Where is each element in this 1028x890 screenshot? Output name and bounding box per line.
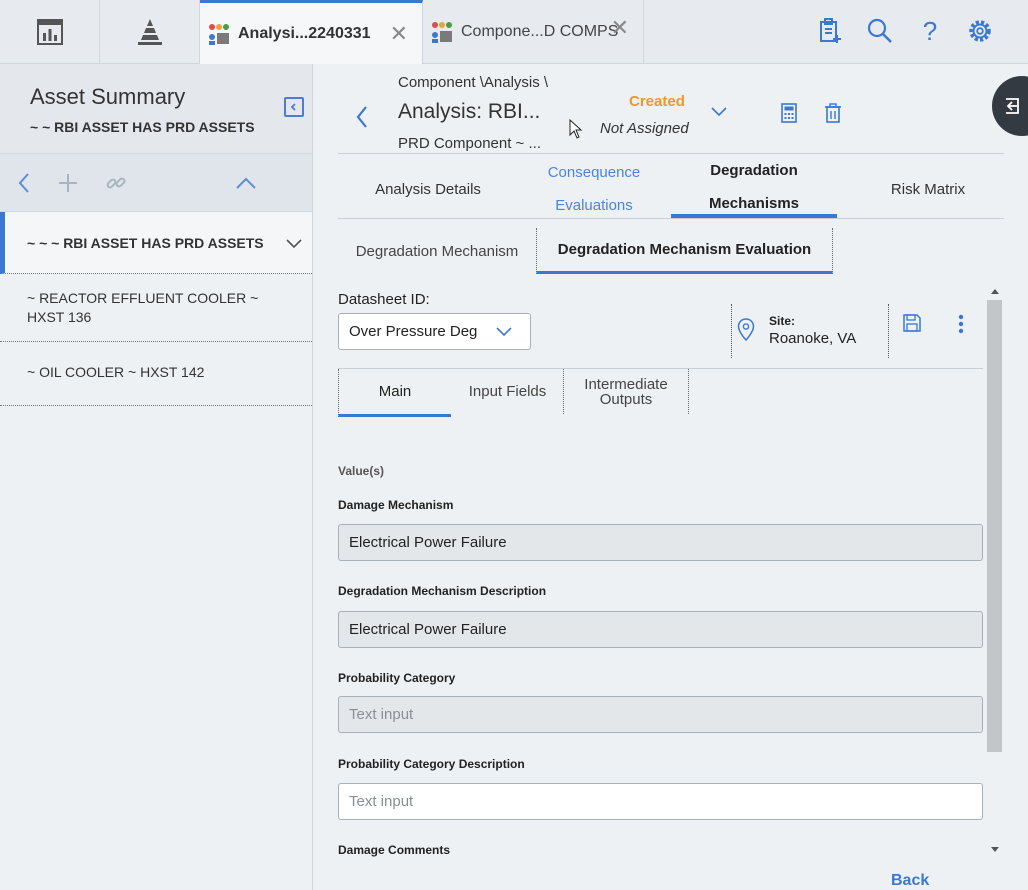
- page-title: Analysis: RBI...: [398, 100, 541, 123]
- probability-category-label: Probability Category: [338, 671, 456, 685]
- probability-description-label: Probability Category Description: [338, 757, 525, 771]
- asset-list-item-label: ~ REACTOR EFFLUENT COOLER ~ HXST 136: [27, 290, 259, 325]
- form-tab-main[interactable]: Main: [338, 369, 451, 417]
- header-divider: [338, 153, 1004, 154]
- page-subtitle: PRD Component ~ ...: [398, 135, 541, 152]
- search-icon[interactable]: [865, 16, 895, 46]
- form-tab-label-line1: Intermediate: [584, 375, 668, 393]
- probability-category-placeholder: Text input: [349, 706, 414, 723]
- asset-list-item-label: ~ OIL COOLER ~ HXST 142: [27, 364, 205, 380]
- clipboard-add-icon[interactable]: [815, 16, 845, 46]
- subtab-label: Degradation Mechanism: [355, 242, 519, 260]
- tab-risk-matrix[interactable]: Risk Matrix: [853, 160, 1003, 218]
- analysis-people-icon: [209, 23, 229, 45]
- assignment-status: Not Assigned: [600, 120, 689, 137]
- datasheet-label: Datasheet ID:: [338, 291, 430, 308]
- datasheet-select[interactable]: Over Pressure Deg: [338, 313, 531, 350]
- probability-category-field: Text input: [338, 696, 983, 733]
- form-tab-label-line2: Outputs: [599, 390, 653, 408]
- asset-list-item-label: ~ ~ ~ RBI ASSET HAS PRD ASSETS: [27, 235, 264, 251]
- probability-description-placeholder: Text input: [349, 793, 414, 810]
- tab-label: Analysis Details: [375, 180, 481, 198]
- asset-list-item-oil-cooler[interactable]: ~ OIL COOLER ~ HXST 142: [0, 342, 312, 406]
- scroll-up-icon[interactable]: [990, 288, 1000, 295]
- tab-label-line1: Consequence: [547, 164, 641, 181]
- site-label: Site:: [769, 314, 796, 328]
- gear-icon[interactable]: [965, 16, 995, 46]
- back-chevron-icon[interactable]: [355, 105, 369, 129]
- tab-analysis-label: Analysi...2240331: [238, 24, 371, 42]
- subtab-label: Degradation Mechanism Evaluation: [557, 241, 812, 258]
- chevron-down-icon: [286, 239, 302, 249]
- link-icon[interactable]: [104, 171, 128, 195]
- close-icon[interactable]: ✕: [611, 17, 629, 39]
- breadcrumb[interactable]: Component \Analysis \: [398, 74, 548, 91]
- actions-divider: [888, 304, 889, 358]
- degradation-description-value: Electrical Power Failure: [349, 621, 507, 638]
- calculator-icon[interactable]: [781, 103, 797, 123]
- dashboard-icon: [36, 19, 63, 45]
- asset-summary-title: Asset Summary: [30, 84, 186, 109]
- chevron-up-icon[interactable]: [234, 171, 258, 195]
- form-tab-label: Input Fields: [468, 383, 547, 400]
- asset-list-item-reactor[interactable]: ~ REACTOR EFFLUENT COOLER ~ HXST 136: [0, 274, 312, 342]
- scroll-down-icon[interactable]: [990, 846, 1000, 853]
- asset-summary-subtitle: ~ ~ RBI ASSET HAS PRD ASSETS: [30, 119, 255, 135]
- more-vertical-icon[interactable]: [958, 314, 964, 334]
- tab-analysis-details[interactable]: Analysis Details: [353, 160, 503, 218]
- damage-comments-label: Damage Comments: [338, 843, 451, 857]
- damage-mechanism-value: Electrical Power Failure: [349, 534, 507, 551]
- pyramid-icon: [137, 19, 162, 45]
- trash-icon[interactable]: [824, 103, 842, 123]
- tab-label: Risk Matrix: [890, 180, 966, 198]
- site-value: Roanoke, VA: [769, 330, 857, 347]
- damage-mechanism-label: Damage Mechanism: [338, 498, 454, 512]
- tab-consequence-evaluations[interactable]: Consequence Evaluations: [519, 160, 669, 218]
- degradation-description-field: Electrical Power Failure: [338, 611, 983, 648]
- asset-summary-pane: Asset Summary ~ ~ RBI ASSET HAS PRD ASSE…: [0, 64, 313, 890]
- top-bar: Analysi...2240331 ✕ Compone...D COMPS ✕: [0, 0, 1028, 64]
- subtab-degradation-mechanism-evaluation[interactable]: Degradation Mechanism Evaluation: [536, 228, 833, 274]
- asset-toolbar: [0, 154, 312, 212]
- location-pin-icon: [737, 318, 755, 342]
- hierarchy-app-button[interactable]: [100, 0, 200, 64]
- form-tab-intermediate-outputs[interactable]: Intermediate Outputs: [563, 369, 689, 414]
- probability-description-input[interactable]: Text input: [338, 783, 983, 820]
- chevron-left-icon: [290, 103, 296, 111]
- subtab-degradation-mechanism[interactable]: Degradation Mechanism: [338, 228, 536, 274]
- scrollbar-thumb[interactable]: [987, 300, 1002, 752]
- tab-degradation-mechanisms[interactable]: Degradation Mechanisms: [671, 160, 837, 218]
- save-icon[interactable]: [903, 314, 921, 332]
- site-divider: [731, 304, 732, 358]
- tab-label-line2: Mechanisms: [708, 195, 800, 212]
- exit-panel-icon: [1006, 98, 1019, 114]
- tab-component[interactable]: Compone...D COMPS ✕: [423, 0, 644, 64]
- add-icon[interactable]: [56, 171, 80, 195]
- cursor-icon: [569, 119, 583, 139]
- analysis-main-pane: Component \Analysis \ Analysis: RBI... P…: [313, 64, 1028, 890]
- status-badge: Created: [629, 93, 685, 110]
- collapse-pane-button[interactable]: [284, 97, 304, 117]
- chevron-down-icon: [496, 327, 512, 337]
- datasheet-select-value: Over Pressure Deg: [349, 323, 478, 340]
- asset-list-item-rbi[interactable]: ~ ~ ~ RBI ASSET HAS PRD ASSETS: [0, 212, 312, 274]
- chevron-down-icon[interactable]: [711, 107, 727, 117]
- tab-label-line1: Degradation: [710, 162, 798, 179]
- tabs-divider: [338, 218, 1004, 219]
- analysis-people-icon: [432, 22, 452, 43]
- back-button[interactable]: Back: [891, 872, 929, 890]
- back-arrow-icon[interactable]: [12, 171, 36, 195]
- tab-component-label: Compone...D COMPS: [461, 23, 619, 40]
- damage-mechanism-field: Electrical Power Failure: [338, 524, 983, 561]
- values-section-label: Value(s): [338, 464, 385, 478]
- close-icon[interactable]: ✕: [390, 23, 408, 45]
- help-icon[interactable]: ?: [915, 16, 945, 46]
- asset-summary-header: Asset Summary ~ ~ RBI ASSET HAS PRD ASSE…: [0, 64, 312, 154]
- form-tab-input-fields[interactable]: Input Fields: [451, 369, 564, 414]
- form-tab-label: Main: [378, 383, 412, 400]
- tab-analysis[interactable]: Analysi...2240331 ✕: [200, 0, 423, 64]
- dashboard-app-button[interactable]: [0, 0, 100, 64]
- degradation-description-label: Degradation Mechanism Description: [338, 584, 547, 598]
